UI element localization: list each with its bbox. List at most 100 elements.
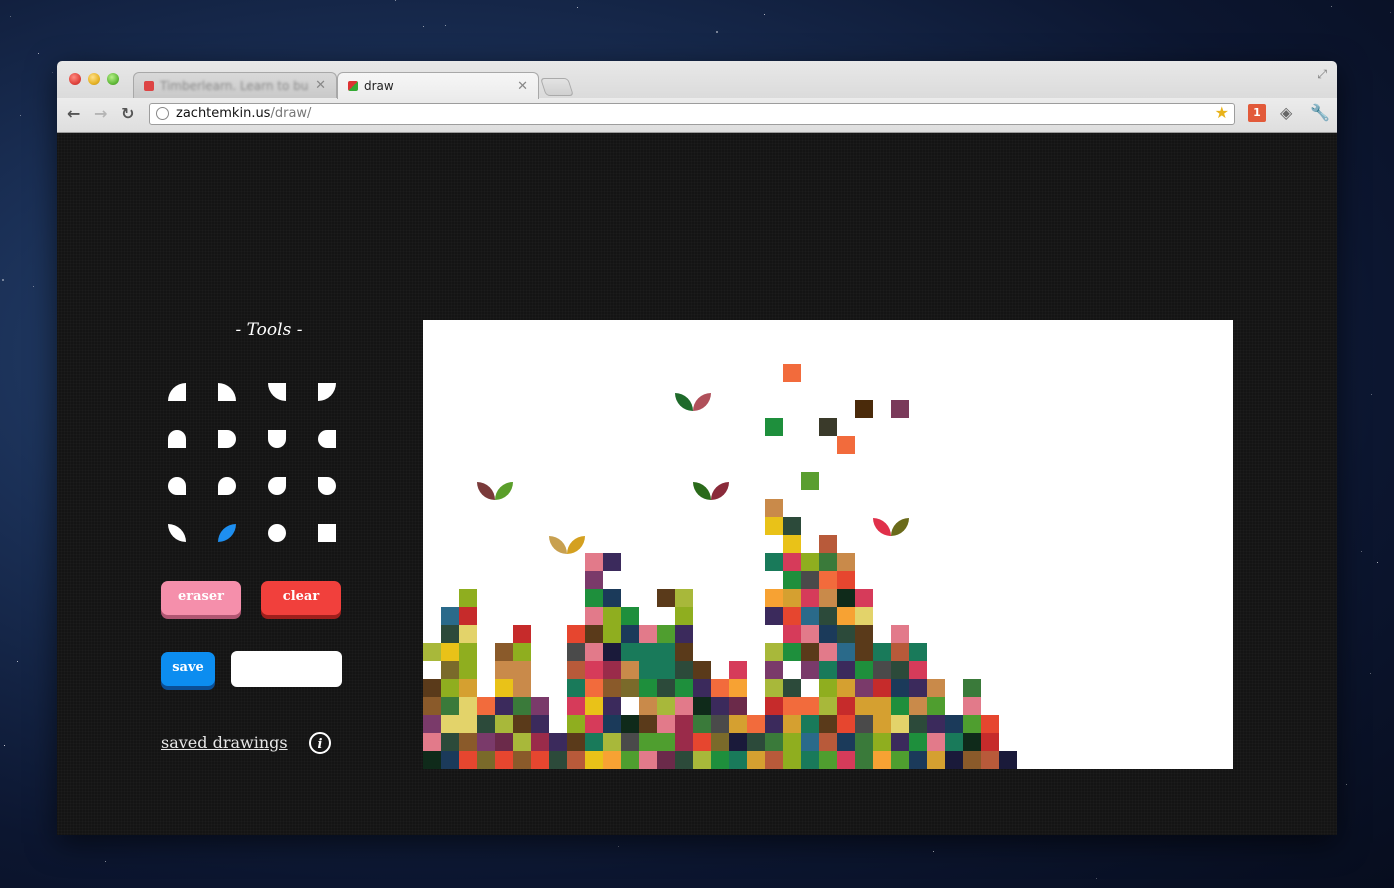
canvas-pixel (513, 625, 531, 643)
canvas-pixel (729, 733, 747, 751)
canvas-pixel (513, 643, 531, 661)
canvas-pixel (819, 751, 837, 769)
half-round-bottom-icon[interactable] (268, 430, 286, 448)
drawing-name-input[interactable] (231, 651, 342, 687)
saved-drawings-link[interactable]: saved drawings (161, 733, 288, 752)
canvas-pixel (837, 697, 855, 715)
canvas-pixel (585, 679, 603, 697)
canvas-pixel (513, 679, 531, 697)
canvas-pixel (765, 553, 783, 571)
drawing-canvas[interactable] (423, 320, 1233, 769)
teardrop-bottom-right-icon[interactable] (318, 477, 336, 495)
minimize-window-button[interactable] (88, 73, 100, 85)
address-bar[interactable]: zachtemkin.us/draw/ ★ (149, 103, 1235, 125)
teardrop-top-left-icon[interactable] (168, 477, 186, 495)
info-icon[interactable]: i (309, 732, 331, 754)
canvas-pixel (783, 697, 801, 715)
new-tab-button[interactable] (540, 78, 574, 96)
tab-draw[interactable]: draw ✕ (337, 72, 539, 99)
canvas-leaf-shape (549, 536, 567, 554)
quarter-circle-bottom-left-icon[interactable] (268, 383, 286, 401)
clear-button[interactable]: clear (261, 581, 341, 615)
canvas-pixel (495, 643, 513, 661)
wrench-menu-icon[interactable]: 🔧 (1310, 103, 1330, 122)
close-tab-icon[interactable]: ✕ (517, 79, 528, 94)
canvas-pixel (675, 625, 693, 643)
eraser-button[interactable]: eraser (161, 581, 241, 615)
canvas-pixel (729, 661, 747, 679)
canvas-pixel (837, 733, 855, 751)
canvas-pixel (801, 643, 819, 661)
canvas-pixel (765, 517, 783, 535)
canvas-pixel (765, 607, 783, 625)
canvas-pixel (963, 715, 981, 733)
canvas-pixel (603, 607, 621, 625)
bookmark-star-icon[interactable]: ★ (1215, 103, 1229, 123)
canvas-pixel (693, 733, 711, 751)
quarter-circle-bottom-right-icon[interactable] (318, 383, 336, 401)
back-icon[interactable]: ← (67, 104, 80, 123)
canvas-pixel (639, 751, 657, 769)
teardrop-bottom-left-icon[interactable] (268, 477, 286, 495)
canvas-pixel (675, 607, 693, 625)
canvas-pixel (855, 625, 873, 643)
canvas-pixel (441, 661, 459, 679)
canvas-pixel (549, 733, 567, 751)
square-icon[interactable] (318, 524, 336, 542)
canvas-pixel (513, 715, 531, 733)
save-button[interactable]: save (161, 652, 215, 686)
canvas-pixel (801, 715, 819, 733)
canvas-pixel (603, 715, 621, 733)
canvas-pixel (873, 697, 891, 715)
star-decoration (20, 115, 21, 116)
canvas-pixel (783, 733, 801, 751)
reload-icon[interactable]: ↻ (121, 104, 134, 123)
canvas-pixel (819, 418, 837, 436)
canvas-pixel (549, 751, 567, 769)
canvas-leaf-shape (477, 482, 495, 500)
canvas-pixel (783, 535, 801, 553)
tab-timberlearn[interactable]: Timberlearn. Learn to build… ✕ (133, 72, 337, 98)
canvas-pixel (819, 661, 837, 679)
leaf-right-icon[interactable] (218, 524, 236, 542)
canvas-pixel (441, 679, 459, 697)
canvas-pixel (819, 697, 837, 715)
canvas-pixel (621, 607, 639, 625)
forward-icon[interactable]: → (94, 104, 107, 123)
tools-heading: - Tools - (235, 320, 303, 340)
canvas-leaf-shape (567, 536, 585, 554)
url-host: zachtemkin.us (176, 106, 271, 121)
canvas-pixel (585, 715, 603, 733)
close-tab-icon[interactable]: ✕ (315, 78, 326, 93)
canvas-pixel (855, 751, 873, 769)
quarter-circle-top-left-icon[interactable] (168, 383, 186, 401)
canvas-pixel (639, 643, 657, 661)
canvas-pixel (567, 751, 585, 769)
canvas-pixel (639, 715, 657, 733)
close-window-button[interactable] (69, 73, 81, 85)
canvas-pixel (783, 553, 801, 571)
canvas-pixel (711, 751, 729, 769)
fullscreen-icon[interactable]: ⤢ (1317, 67, 1327, 82)
canvas-pixel (801, 553, 819, 571)
teardrop-top-right-icon[interactable] (218, 477, 236, 495)
quarter-circle-top-right-icon[interactable] (218, 383, 236, 401)
canvas-pixel (477, 733, 495, 751)
extension-badge[interactable]: 1 (1248, 104, 1266, 122)
leaf-left-icon[interactable] (168, 524, 186, 542)
extension-drop-icon[interactable]: ◈ (1280, 103, 1292, 122)
canvas-pixel (621, 751, 639, 769)
canvas-pixel (639, 625, 657, 643)
canvas-pixel (603, 553, 621, 571)
half-round-right-icon[interactable] (218, 430, 236, 448)
canvas-pixel (783, 751, 801, 769)
canvas-pixel (441, 715, 459, 733)
canvas-pixel (603, 625, 621, 643)
zoom-window-button[interactable] (107, 73, 119, 85)
canvas-pixel (855, 607, 873, 625)
half-round-left-icon[interactable] (318, 430, 336, 448)
canvas-pixel (495, 661, 513, 679)
circle-icon[interactable] (268, 524, 286, 542)
canvas-pixel (459, 679, 477, 697)
half-round-top-icon[interactable] (168, 430, 186, 448)
